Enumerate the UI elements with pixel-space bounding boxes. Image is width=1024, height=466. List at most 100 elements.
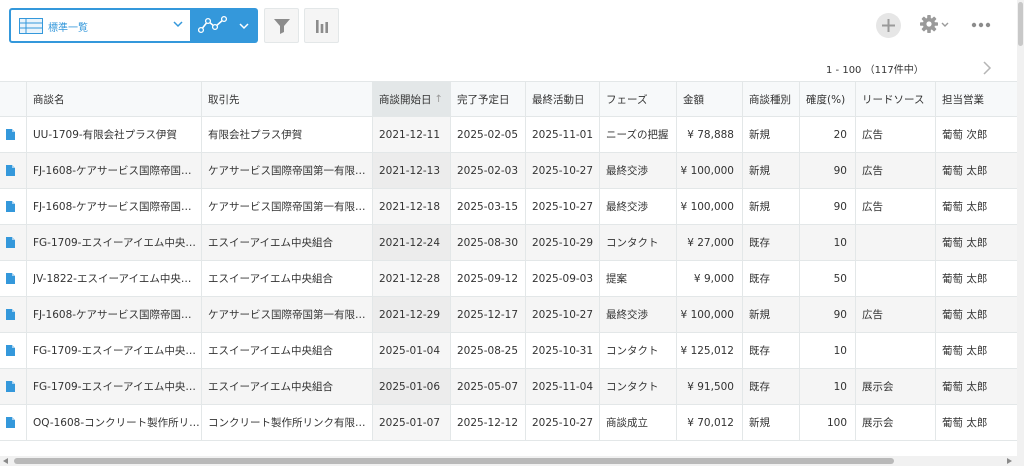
phase-cell: 提案 [600,261,677,296]
deal-name-cell[interactable]: FG-1709-エスイーアイエム中央… [27,369,202,404]
column-header[interactable]: 最終活動日 [526,82,600,116]
table-row[interactable]: FJ-1608-ケアサービス国際帝国… ケアサービス国際帝国第一有限… 2021-1… [0,153,1017,189]
vertical-scrollbar[interactable] [1017,0,1024,466]
view-selector[interactable]: 標準一覧 [9,8,192,43]
account-cell[interactable]: コンクリート製作所リンク有限… [202,405,373,440]
account-cell[interactable]: ケアサービス国際帝国第一有限… [202,189,373,224]
account-cell[interactable]: エスイーアイエム中央組合 [202,333,373,368]
row-icon-cell[interactable] [0,189,27,224]
cell-text: 新規 [749,201,770,213]
table-row[interactable]: FG-1709-エスイーアイエム中央… エスイーアイエム中央組合 2021-12-2… [0,225,1017,261]
column-header[interactable]: 取引先 [202,82,373,116]
deal-name-cell[interactable]: OQ-1608-コンクリート製作所リ… [27,405,202,440]
table-row[interactable]: FG-1709-エスイーアイエム中央… エスイーアイエム中央組合 2025-01-0… [0,369,1017,405]
account-cell[interactable]: エスイーアイエム中央組合 [202,369,373,404]
document-icon[interactable] [6,165,15,176]
cell-text: 50 [833,272,847,285]
document-icon[interactable] [6,381,15,392]
scroll-right-icon[interactable] [1007,458,1012,464]
row-icon-cell[interactable] [0,405,27,440]
deal-name-cell[interactable]: JV-1822-エスイーアイエム中央… [27,261,202,296]
table-row[interactable]: FG-1709-エスイーアイエム中央… エスイーアイエム中央組合 2025-01-0… [0,333,1017,369]
account-cell[interactable]: エスイーアイエム中央組合 [202,261,373,296]
column-header[interactable]: 商談開始日 ↑ [373,82,451,116]
chevron-right-icon[interactable] [980,60,994,76]
document-icon[interactable] [6,237,15,248]
row-icon-cell[interactable] [0,225,27,260]
column-header[interactable]: リードソース [856,82,936,116]
cell-text: ¥ 70,012 [687,416,734,429]
last-activity-cell: 2025-11-04 [526,369,600,404]
deal-name-cell[interactable]: FG-1709-エスイーアイエム中央… [27,333,202,368]
column-header[interactable]: 完了予定日 [451,82,526,116]
settings-button[interactable] [918,12,954,38]
cell-text: 葡萄 太郎 [942,273,988,285]
column-header[interactable]: フェーズ [600,82,677,116]
document-icon[interactable] [6,309,15,320]
gear-icon [920,15,949,33]
account-cell[interactable]: ケアサービス国際帝国第一有限… [202,297,373,332]
account-cell[interactable]: 有限会社プラス伊賀 [202,117,373,152]
scrollbar-thumb[interactable] [14,458,894,464]
cell-text: 2025-02-03 [457,164,519,177]
column-header[interactable]: 担当営業 [936,82,1017,116]
filter-button[interactable] [264,8,299,43]
cell-text: 最終交渉 [606,309,648,321]
scrollbar-thumb[interactable] [1018,2,1023,46]
cell-text: エスイーアイエム中央組合 [208,381,333,393]
cell-text: 90 [833,308,847,321]
column-header[interactable]: 商談名 [27,82,202,116]
cell-text: 2025-01-06 [379,380,441,393]
account-cell[interactable]: エスイーアイエム中央組合 [202,225,373,260]
cell-text: ケアサービス国際帝国第一有限… [208,309,366,321]
deal-name-cell[interactable]: FJ-1608-ケアサービス国際帝国… [27,153,202,188]
last-activity-cell: 2025-10-27 [526,297,600,332]
row-icon-cell[interactable] [0,297,27,332]
cell-text: エスイーアイエム中央組合 [208,237,333,249]
cell-text: 既存 [749,345,770,357]
cell-text: 最終交渉 [606,201,648,213]
cell-text: 2025-10-27 [532,308,594,321]
document-icon[interactable] [6,417,15,428]
more-options-button[interactable] [968,13,996,37]
cell-text: 有限会社プラス伊賀 [208,129,303,141]
column-header[interactable]: 金額 [677,82,743,116]
start-date-cell: 2025-01-06 [373,369,451,404]
cell-text: 2025-10-29 [532,236,594,249]
cell-text: 2025-11-01 [532,128,594,141]
row-icon-cell[interactable] [0,333,27,368]
document-icon[interactable] [6,345,15,356]
table-row[interactable]: OQ-1608-コンクリート製作所リ… コンクリート製作所リンク有限… 2025-0… [0,405,1017,441]
column-header[interactable]: 確度(%) [800,82,856,116]
deal-name-cell[interactable]: UU-1709-有限会社プラス伊賀 [27,117,202,152]
table-row[interactable]: FJ-1608-ケアサービス国際帝国… ケアサービス国際帝国第一有限… 2021-1… [0,189,1017,225]
column-header[interactable]: 商談種別 [743,82,800,116]
scroll-left-icon[interactable] [3,458,8,464]
table-row[interactable]: UU-1709-有限会社プラス伊賀 有限会社プラス伊賀 2021-12-11 2025… [0,117,1017,153]
table-row[interactable]: JV-1822-エスイーアイエム中央… エスイーアイエム中央組合 2021-12-2… [0,261,1017,297]
cell-text: エスイーアイエム中央組合 [208,345,333,357]
document-icon[interactable] [6,129,15,140]
cell-text: 2025-05-07 [457,380,519,393]
row-icon-cell[interactable] [0,117,27,152]
horizontal-scrollbar[interactable] [0,456,1017,466]
document-icon[interactable] [6,273,15,284]
cell-text: ¥ 78,888 [687,128,734,141]
graph-menu-button[interactable] [192,8,258,43]
pagination-range: 1 - 100 [826,65,862,76]
row-icon-cell[interactable] [0,153,27,188]
deal-name-cell[interactable]: FG-1709-エスイーアイエム中央… [27,225,202,260]
row-icon-cell[interactable] [0,261,27,296]
chart-button[interactable] [304,8,339,43]
probability-cell: 10 [800,225,856,260]
add-record-button[interactable] [876,13,901,38]
deal-name-cell[interactable]: FJ-1608-ケアサービス国際帝国… [27,297,202,332]
table-row[interactable]: FJ-1608-ケアサービス国際帝国… ケアサービス国際帝国第一有限… 2021-1… [0,297,1017,333]
row-icon-cell[interactable] [0,369,27,404]
deal-name-cell[interactable]: FJ-1608-ケアサービス国際帝国… [27,189,202,224]
phase-cell: 最終交渉 [600,153,677,188]
lead-source-cell: 広告 [856,297,936,332]
document-icon[interactable] [6,201,15,212]
account-cell[interactable]: ケアサービス国際帝国第一有限… [202,153,373,188]
cell-text: ¥ 125,012 [680,344,734,357]
